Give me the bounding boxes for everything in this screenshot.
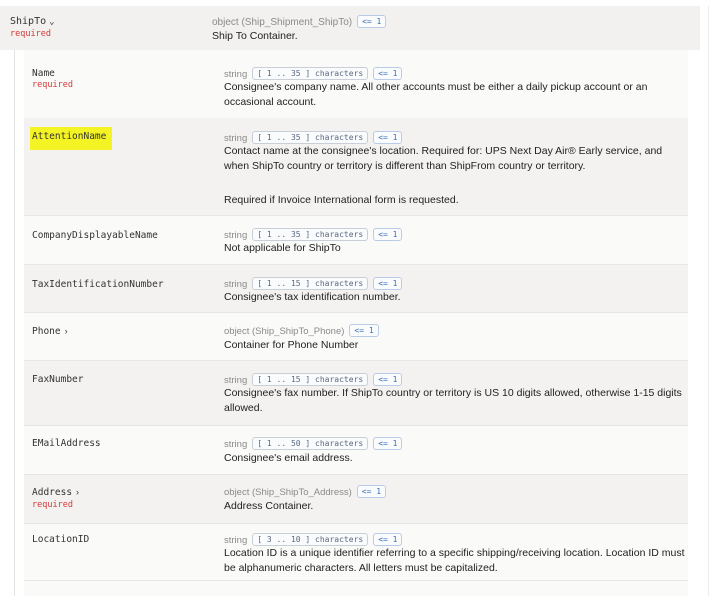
property-name: TaxIdentificationNumber bbox=[32, 279, 164, 290]
property-name: CompanyDisplayableName bbox=[32, 230, 158, 241]
max-items-badge: <= 1 bbox=[373, 131, 403, 144]
property-description: Container for Phone Number bbox=[224, 339, 359, 351]
property-name: FaxNumber bbox=[32, 374, 84, 385]
property-row: TaxIdentificationNumber string [ 1 .. 15 … bbox=[24, 265, 688, 313]
property-type: string [ 1 .. 35 ] characters <= 1 bbox=[224, 131, 403, 144]
constraint-badge: [ 1 .. 15 ] characters bbox=[252, 373, 369, 386]
property-row: EMailAddress string [ 1 .. 50 ] character… bbox=[24, 426, 688, 475]
property-name-expandable[interactable]: Phone › bbox=[32, 326, 68, 337]
property-description: Consignee's fax number. If ShipTo countr… bbox=[224, 387, 682, 414]
constraint-badge: [ 1 .. 50 ] characters bbox=[252, 437, 369, 450]
property-type: string [ 3 .. 10 ] characters <= 1 bbox=[224, 533, 403, 546]
shipto-type-text: object (Ship_Shipment_ShipTo) bbox=[212, 17, 353, 28]
property-description: Consignee's company name. All other acco… bbox=[224, 81, 648, 108]
property-type: string [ 1 .. 50 ] characters <= 1 bbox=[224, 437, 403, 450]
type-text: object (Ship_ShipTo_Address) bbox=[224, 487, 352, 498]
property-name: Address bbox=[32, 487, 73, 498]
required-label: required bbox=[10, 29, 51, 39]
max-items-badge: <= 1 bbox=[373, 533, 403, 546]
property-description: Consignee's tax identification number. bbox=[224, 291, 401, 303]
type-text: string bbox=[224, 375, 248, 386]
max-items-badge: <= 1 bbox=[373, 277, 403, 290]
type-text: string bbox=[224, 133, 248, 144]
property-row: Phone › object (Ship_ShipTo_Phone) <= 1 Co… bbox=[24, 313, 688, 361]
max-items-badge: <= 1 bbox=[373, 67, 403, 80]
property-type: object (Ship_ShipTo_Address) <= 1 bbox=[224, 485, 387, 498]
property-row: AttentionName string [ 1 .. 35 ] characte… bbox=[24, 118, 688, 216]
shipto-description: Ship To Container. bbox=[212, 30, 298, 42]
property-name: Name bbox=[32, 68, 55, 79]
constraint-badge: [ 3 .. 10 ] characters bbox=[252, 533, 369, 546]
chevron-right-icon[interactable]: › bbox=[76, 487, 79, 497]
scrollbar-track[interactable] bbox=[708, 6, 709, 596]
property-type: string [ 1 .. 15 ] characters <= 1 bbox=[224, 277, 403, 290]
max-items-badge: <= 1 bbox=[373, 228, 403, 241]
property-type: string [ 1 .. 35 ] characters <= 1 bbox=[224, 67, 403, 80]
constraint-badge: [ 1 .. 35 ] characters bbox=[252, 67, 369, 80]
type-text: string bbox=[224, 69, 248, 80]
type-text: string bbox=[224, 279, 248, 290]
property-name-highlighted: AttentionName bbox=[30, 127, 113, 150]
property-description-note: Required if Invoice International form i… bbox=[224, 194, 459, 206]
max-items-badge: <= 1 bbox=[373, 373, 403, 386]
property-name: Phone bbox=[32, 326, 61, 337]
required-label: required bbox=[32, 80, 73, 90]
chevron-down-icon[interactable]: ⌄ bbox=[49, 17, 54, 27]
highlight-mark: AttentionName bbox=[30, 127, 113, 150]
shipto-name[interactable]: ShipTo ⌄ bbox=[10, 16, 55, 27]
shipto-row[interactable]: ShipTo ⌄ required object (Ship_Shipment_S… bbox=[0, 6, 700, 50]
property-name-expandable[interactable]: Address › bbox=[32, 487, 79, 498]
property-type: string [ 1 .. 15 ] characters <= 1 bbox=[224, 373, 403, 386]
type-text: string bbox=[224, 230, 248, 241]
property-row: CompanyDisplayableName string [ 1 .. 35 ]… bbox=[24, 216, 688, 265]
constraint-badge: [ 1 .. 15 ] characters bbox=[252, 277, 369, 290]
property-type: string [ 1 .. 35 ] characters <= 1 bbox=[224, 228, 403, 241]
required-label: required bbox=[32, 500, 73, 510]
property-row: LocationID string [ 3 .. 10 ] characters <… bbox=[24, 524, 688, 581]
max-items-badge: <= 1 bbox=[373, 437, 403, 450]
type-text: string bbox=[224, 535, 248, 546]
chevron-right-icon[interactable]: › bbox=[65, 326, 68, 336]
max-items-badge: <= 1 bbox=[356, 485, 387, 498]
property-description: Address Container. bbox=[224, 500, 314, 512]
property-description: Consignee's email address. bbox=[224, 452, 353, 464]
shipto-label: ShipTo bbox=[10, 16, 47, 27]
property-description: Contact name at the consignee's location… bbox=[224, 145, 663, 172]
property-row: Name required string [ 1 .. 35 ] characte… bbox=[24, 58, 688, 119]
property-row: FaxNumber string [ 1 .. 15 ] characters <=… bbox=[24, 361, 688, 426]
property-type: object (Ship_ShipTo_Phone) <= 1 bbox=[224, 324, 379, 337]
nesting-rule bbox=[14, 50, 15, 596]
property-description: Location ID is a unique identifier refer… bbox=[224, 547, 685, 574]
constraint-badge: [ 1 .. 35 ] characters bbox=[252, 131, 369, 144]
max-items-badge: <= 1 bbox=[357, 15, 387, 28]
property-description: Not applicable for ShipTo bbox=[224, 242, 341, 254]
property-name: EMailAddress bbox=[32, 438, 101, 449]
property-name: LocationID bbox=[32, 534, 90, 545]
property-row: Address › required object (Ship_ShipTo_Ad… bbox=[24, 475, 688, 524]
constraint-badge: [ 1 .. 35 ] characters bbox=[252, 228, 369, 241]
type-text: object (Ship_ShipTo_Phone) bbox=[224, 326, 345, 337]
shipto-type: object (Ship_Shipment_ShipTo) <= 1 bbox=[212, 15, 387, 28]
max-items-badge: <= 1 bbox=[349, 324, 379, 337]
type-text: string bbox=[224, 439, 248, 450]
